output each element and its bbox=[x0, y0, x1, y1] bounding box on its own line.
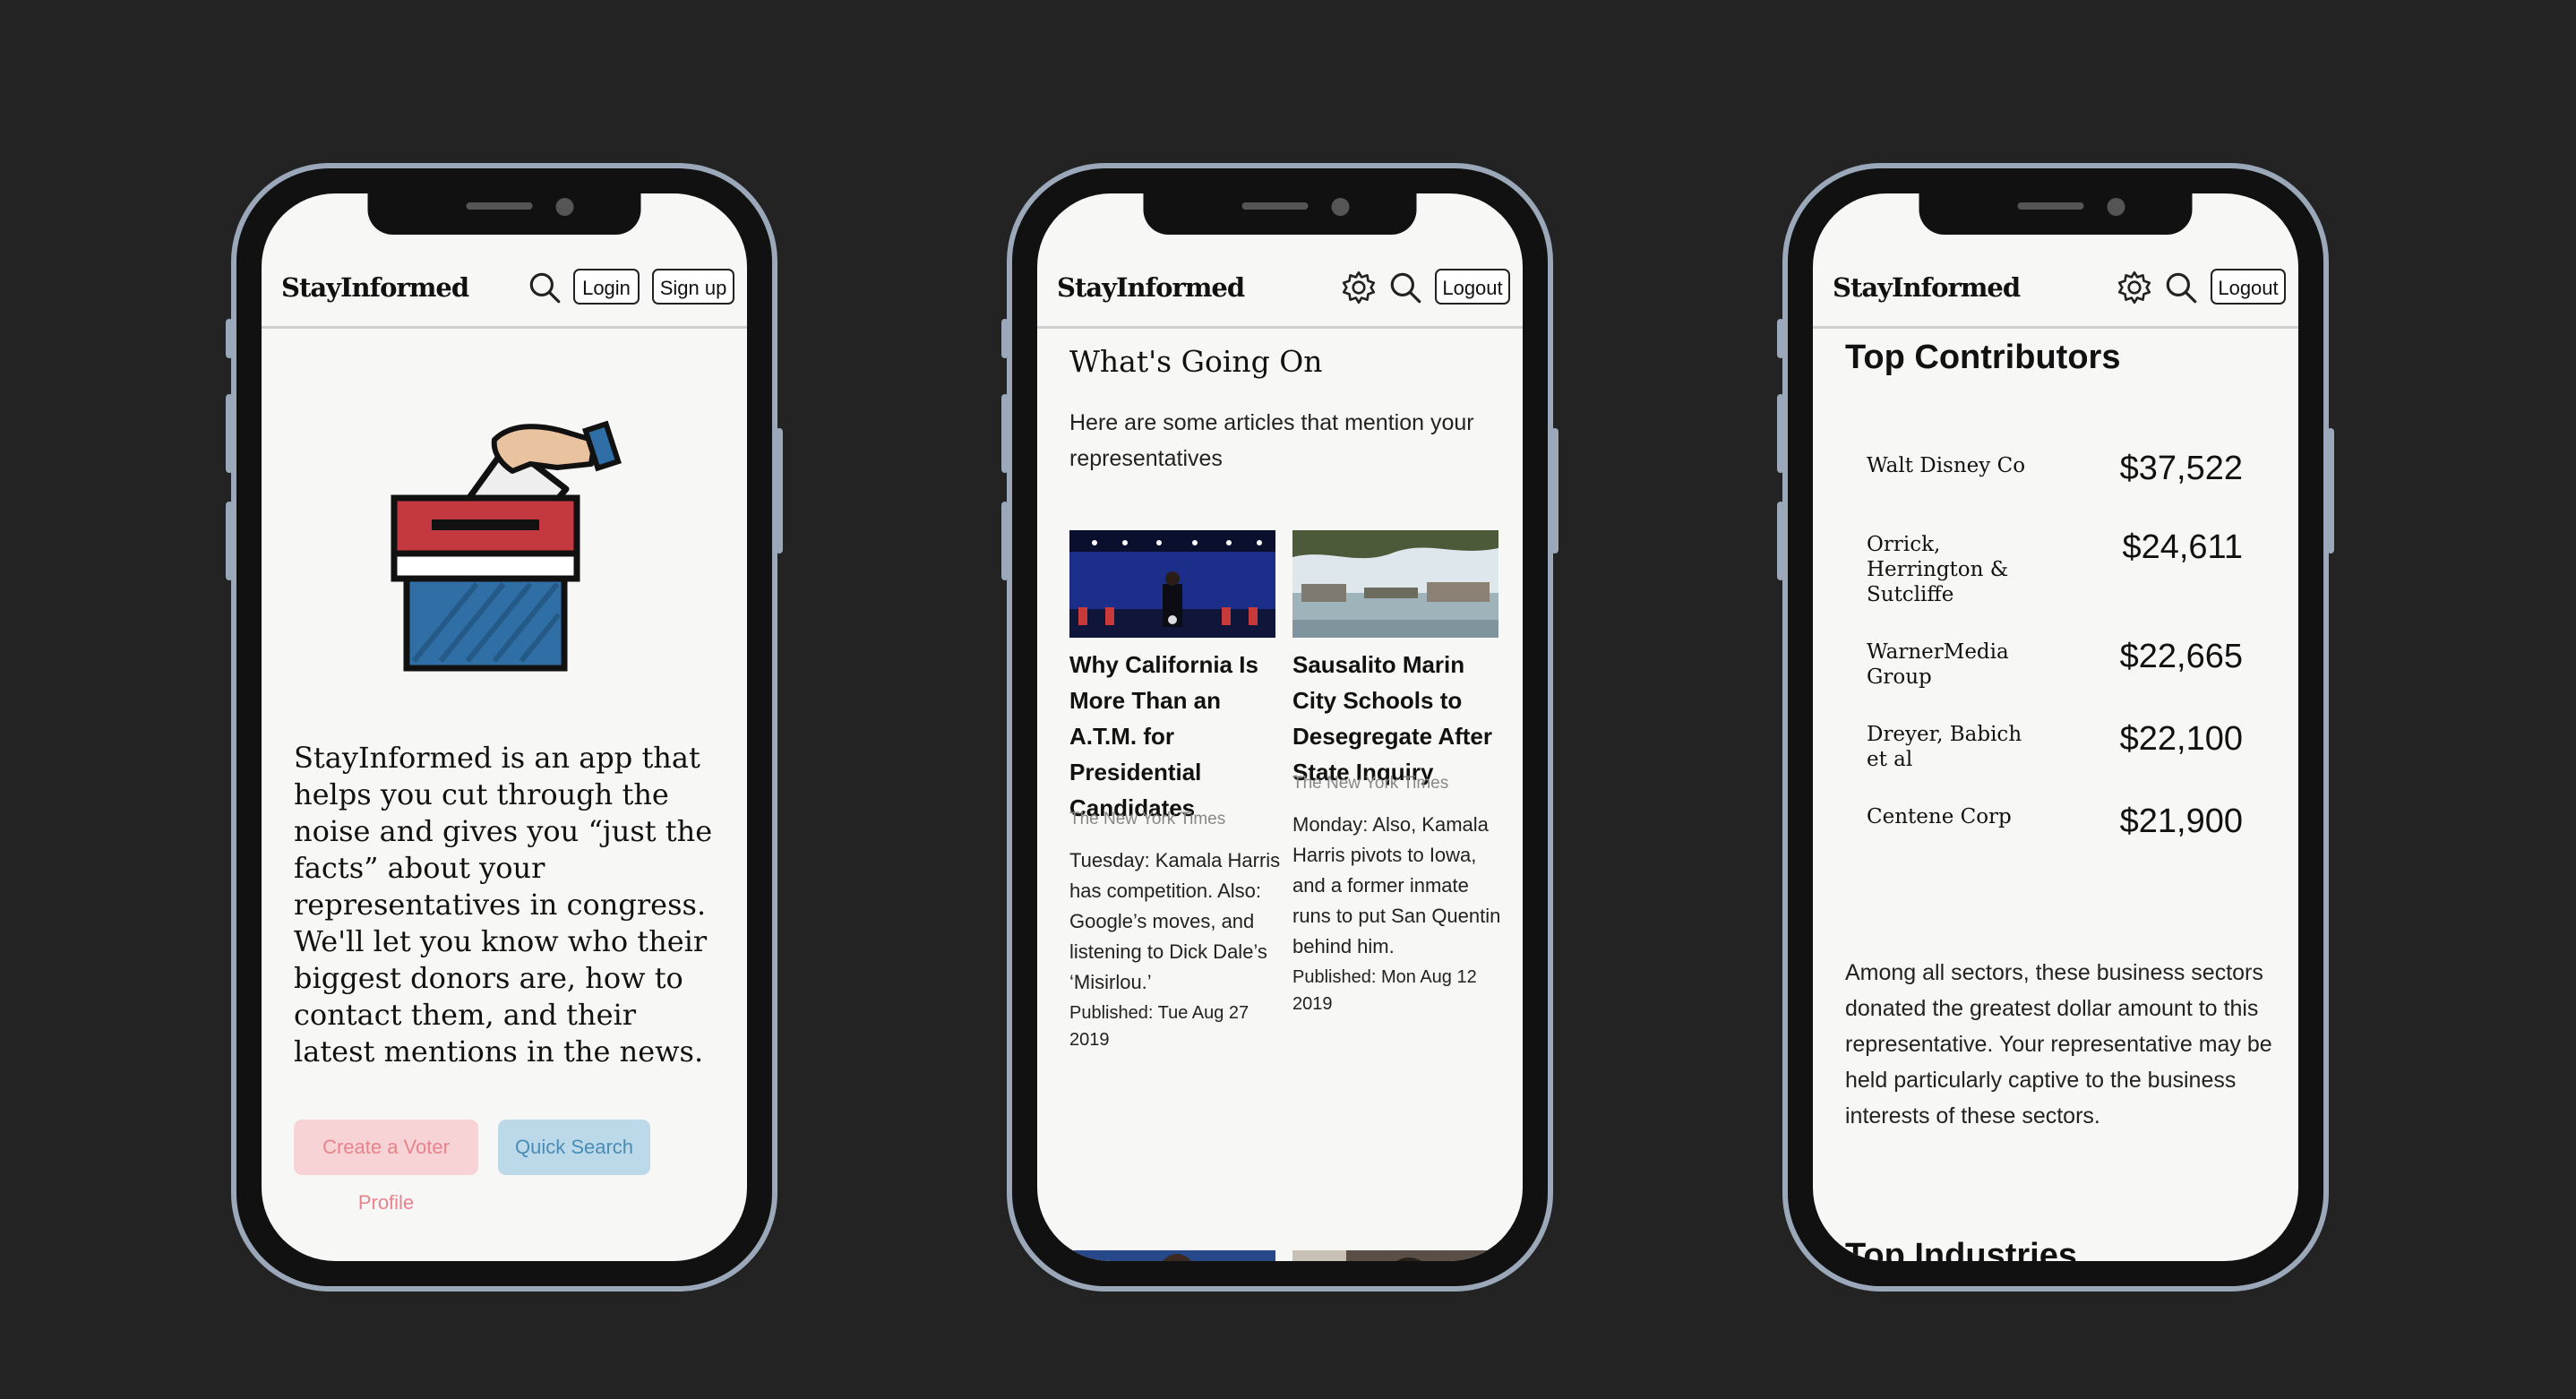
contributor-name: Orrick, Herrington & Sutcliffe bbox=[1867, 533, 2009, 606]
page-heading: What's Going On bbox=[1069, 344, 1323, 379]
side-button bbox=[1551, 428, 1558, 554]
contributor-amount: $21,900 bbox=[2119, 802, 2243, 840]
article-title[interactable]: Sausalito Marin City Schools to Desegreg… bbox=[1292, 647, 1504, 790]
article-thumbnail[interactable] bbox=[1069, 530, 1275, 638]
search-icon[interactable] bbox=[1387, 269, 1424, 306]
article-summary: Monday: Also, Kamala Harris pivots to Io… bbox=[1292, 813, 1501, 957]
article-thumbnail[interactable] bbox=[1069, 1250, 1275, 1261]
top-bar: StayInformed Logout bbox=[1037, 249, 1523, 329]
app-logo[interactable]: StayInformed bbox=[281, 272, 469, 303]
article-source: The New York Times bbox=[1069, 810, 1226, 828]
side-button bbox=[2327, 428, 2334, 554]
quick-search-button[interactable]: Quick Search bbox=[498, 1120, 650, 1175]
side-button bbox=[226, 319, 233, 358]
page-subheading: Here are some articles that mention your… bbox=[1069, 410, 1474, 471]
side-button bbox=[226, 502, 233, 580]
side-button bbox=[1001, 319, 1009, 358]
side-button bbox=[226, 394, 233, 473]
article-thumbnail[interactable] bbox=[1292, 530, 1498, 638]
side-button bbox=[1001, 394, 1009, 473]
notch bbox=[367, 193, 641, 235]
top-bar: StayInformed Logout bbox=[1813, 249, 2298, 329]
phone-screen: StayInformed Login Sign up StayInformed … bbox=[262, 193, 747, 1261]
phone-screen: StayInformed Logout What's Going On Here… bbox=[1037, 193, 1523, 1261]
gear-icon[interactable] bbox=[1340, 269, 1378, 306]
search-icon[interactable] bbox=[526, 269, 563, 306]
article-title[interactable]: Why California Is More Than an A.T.M. fo… bbox=[1069, 647, 1281, 826]
article-published-date: Published: Mon Aug 12 2019 bbox=[1292, 967, 1477, 1014]
sector-description: Among all sectors, these business sector… bbox=[1845, 960, 2272, 1129]
article-published-date: Published: Tue Aug 27 2019 bbox=[1069, 1003, 1249, 1050]
notch bbox=[1919, 193, 2193, 235]
phone-mockup-landing: StayInformed Login Sign up StayInformed … bbox=[226, 163, 783, 1292]
article-source: The New York Times bbox=[1292, 774, 1449, 793]
gear-icon[interactable] bbox=[2116, 269, 2153, 306]
article-summary: Tuesday: Kamala Harris has competition. … bbox=[1069, 849, 1281, 993]
side-button bbox=[776, 428, 783, 554]
article-thumbnail[interactable] bbox=[1292, 1250, 1498, 1261]
page-heading: Top Contributors bbox=[1845, 339, 2121, 376]
top-bar: StayInformed Login Sign up bbox=[262, 249, 747, 329]
contributor-amount: $37,522 bbox=[2119, 450, 2243, 487]
contributor-name: WarnerMedia Group bbox=[1867, 640, 2009, 689]
notch bbox=[1143, 193, 1417, 235]
login-button[interactable]: Login bbox=[573, 269, 640, 305]
logout-button[interactable]: Logout bbox=[1435, 269, 1510, 305]
signup-button[interactable]: Sign up bbox=[652, 269, 734, 305]
contributor-amount: $22,665 bbox=[2119, 638, 2243, 675]
intro-text: StayInformed is an app that helps you cu… bbox=[294, 741, 713, 1069]
logout-button[interactable]: Logout bbox=[2211, 269, 2286, 305]
create-voter-profile-button[interactable]: Create a Voter Profile bbox=[294, 1120, 478, 1214]
contributor-name: Centene Corp bbox=[1867, 805, 2012, 828]
section-heading: Top Industries bbox=[1845, 1237, 2077, 1261]
contributor-amount: $24,611 bbox=[2122, 528, 2243, 566]
side-button bbox=[1777, 394, 1784, 473]
side-button bbox=[1777, 502, 1784, 580]
phone-screen: StayInformed Logout Top Contributors Wal… bbox=[1813, 193, 2298, 1261]
ballot-box-illustration bbox=[391, 420, 622, 672]
contributor-name: Dreyer, Babich et al bbox=[1867, 723, 2022, 771]
app-logo[interactable]: StayInformed bbox=[1833, 272, 2021, 303]
contributor-amount: $22,100 bbox=[2119, 720, 2243, 758]
side-button bbox=[1777, 319, 1784, 358]
side-button bbox=[1001, 502, 1009, 580]
phone-mockup-contributors: StayInformed Logout Top Contributors Wal… bbox=[1777, 163, 2334, 1292]
app-logo[interactable]: StayInformed bbox=[1057, 272, 1245, 303]
phone-mockup-news: StayInformed Logout What's Going On Here… bbox=[1001, 163, 1558, 1292]
search-icon[interactable] bbox=[2162, 269, 2200, 306]
contributor-name: Walt Disney Co bbox=[1867, 454, 2026, 477]
